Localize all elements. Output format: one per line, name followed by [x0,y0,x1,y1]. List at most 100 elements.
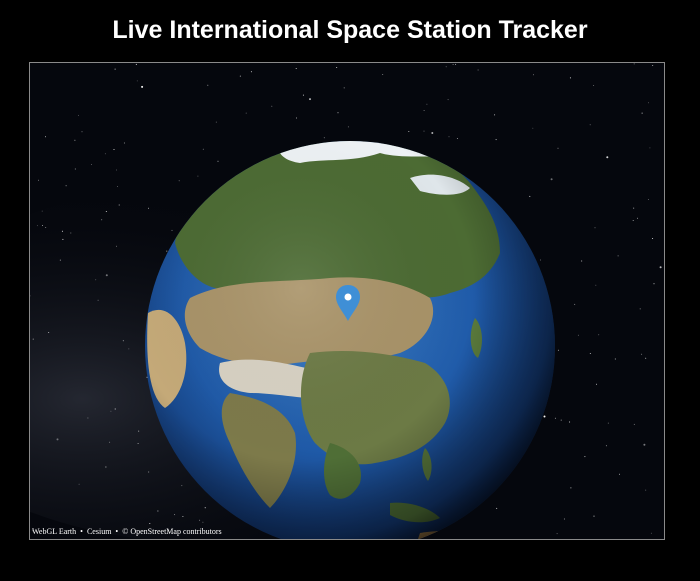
star [594,227,596,229]
star [217,160,219,162]
star [617,255,619,257]
credit-openstreetmap[interactable]: © OpenStreetMap contributors [122,527,221,536]
star [122,340,124,342]
star [118,204,120,206]
star [61,230,63,232]
star [533,74,534,76]
star [271,105,273,107]
star [166,250,168,252]
star [532,127,534,129]
star [116,245,117,247]
star [648,102,649,104]
star [633,207,635,209]
credit-separator: • [80,527,83,536]
star [95,279,97,281]
star [114,68,116,70]
star [48,332,50,333]
star [62,238,64,240]
star [645,489,647,491]
star [59,259,61,261]
star [581,260,583,262]
star [431,132,434,134]
star [543,415,546,418]
star [574,303,576,305]
star [570,487,572,489]
star [105,274,108,277]
star [199,519,201,521]
star [593,85,595,86]
star [605,445,607,447]
star [197,175,199,177]
star [569,421,571,423]
star [423,110,425,111]
star [101,219,103,221]
star [649,147,651,149]
star [91,164,92,165]
star [540,259,541,261]
star [250,71,252,73]
star [45,227,47,228]
star [652,238,654,239]
star [495,139,497,141]
star [87,417,89,419]
star [41,210,43,212]
attribution-credits: WebGL Earth • Cesium • © OpenStreetMap c… [32,527,222,537]
star [456,138,458,139]
star [204,507,206,509]
star [641,353,643,355]
star [202,148,204,150]
star [577,334,579,336]
star [408,131,410,132]
star [494,114,496,116]
star [110,410,112,412]
star [560,419,562,421]
star [136,80,138,82]
star [343,87,345,89]
star [302,94,304,96]
star [171,229,173,231]
star [445,66,447,68]
globe-viewer[interactable]: WebGL Earth • Cesium • © OpenStreetMap c… [29,62,665,540]
star [652,65,654,66]
star [337,112,339,114]
star [554,417,556,419]
page: Live International Space Station Tracker [0,0,700,581]
earth-shading [145,141,555,539]
credit-cesium[interactable]: Cesium [87,527,111,536]
star [447,99,449,101]
star [178,180,180,182]
star [42,225,43,226]
star [477,69,479,71]
star [78,483,80,485]
star [137,443,139,444]
star [598,334,600,336]
star [593,515,595,517]
star [336,67,338,68]
star [550,178,553,181]
credit-webgl-earth[interactable]: WebGL Earth [32,527,76,536]
star [32,338,34,340]
star [105,211,107,212]
star [74,168,76,170]
star [181,485,183,487]
globe-scene[interactable] [30,63,665,540]
star [105,466,107,468]
star [215,121,217,123]
star [202,521,204,523]
star [607,422,609,424]
star [426,103,428,105]
star [56,438,59,441]
star [38,179,39,181]
star [557,349,559,351]
star [569,77,571,79]
star [65,185,67,187]
star [563,518,565,520]
star [74,139,76,141]
star [109,441,111,443]
star [174,514,176,516]
star [382,74,384,75]
star [149,523,151,524]
star [128,348,130,350]
star [643,443,646,446]
star [496,507,498,509]
